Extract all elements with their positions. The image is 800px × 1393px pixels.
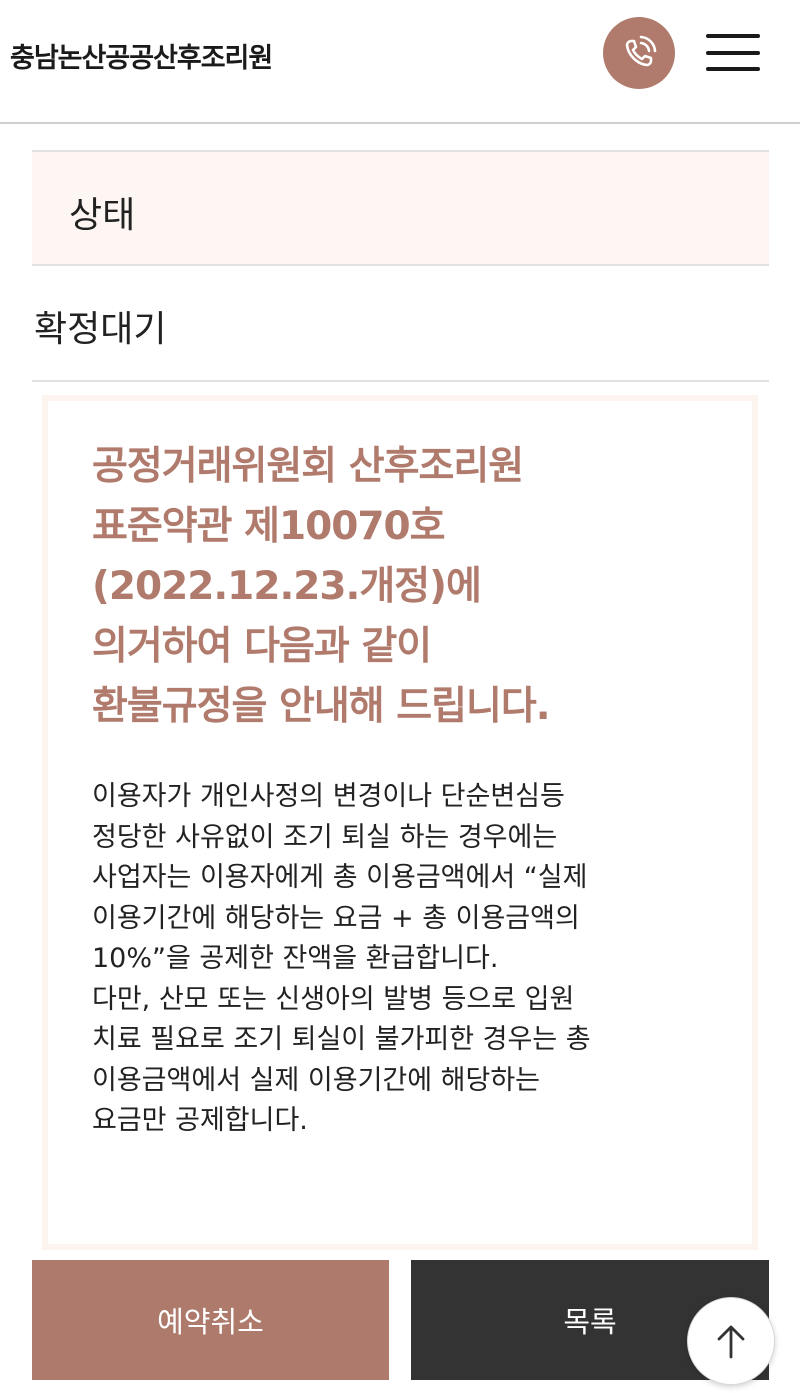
notice-body-line: 이용기간에 해당하는 요금 + 총 이용금액의 [92,902,580,934]
hamburger-menu-icon[interactable] [706,34,760,74]
menu-line [706,51,760,55]
menu-line [706,34,760,38]
status-label: 상태 [69,195,136,236]
menu-line [706,67,760,71]
call-button[interactable] [603,17,675,89]
status-value-row: 확정대기 [32,266,769,382]
notice-title-line: 의거하여 다음과 같이 [92,624,432,669]
notice-title-line: 환불규정을 안내해 드립니다. [92,684,551,729]
notice-body-line: 정당한 사유없이 조기 퇴실 하는 경우에는 [92,821,558,853]
refund-notice-box: 공정거래위원회 산후조리원 표준약관 제10070호 (2022.12.23.개… [42,395,758,1250]
notice-body: 이용자가 개인사정의 변경이나 단순변심등 정당한 사유없이 조기 퇴실 하는 … [92,777,732,1142]
status-label-row: 상태 [32,150,769,266]
notice-body-line: 요금만 공제합니다. [92,1105,308,1136]
notice-body-line: 이용자가 개인사정의 변경이나 단순변심등 [92,781,565,812]
notice-title: 공정거래위원회 산후조리원 표준약관 제10070호 (2022.12.23.개… [92,437,732,737]
notice-title-line: 공정거래위원회 산후조리원 [92,444,524,489]
notice-title-line: (2022.12.23.개정)에 [92,564,482,609]
phone-icon [625,35,657,67]
notice-body-line: 치료 필요로 조기 퇴실이 불가피한 경우는 총 [92,1024,591,1055]
notice-body-line: 사업자는 이용자에게 총 이용금액에서 “실제 [92,862,588,893]
arrow-up-icon [717,1325,745,1359]
header: 충남논산공공산후조리원 [0,0,800,124]
status-value: 확정대기 [34,309,167,350]
notice-body-line: 다만, 산모 또는 신생아의 발병 등으로 입원 [92,983,575,1015]
site-logo[interactable]: 충남논산공공산후조리원 [10,36,273,75]
notice-body-line: 10%”을 공제한 잔액을 환급합니다. [92,943,499,974]
notice-title-line: 표준약관 제10070호 [92,504,446,549]
notice-body-line: 이용금액에서 실제 이용기간에 해당하는 [92,1064,541,1096]
cancel-reservation-button[interactable]: 예약취소 [32,1260,389,1380]
scroll-top-button[interactable] [687,1297,775,1385]
